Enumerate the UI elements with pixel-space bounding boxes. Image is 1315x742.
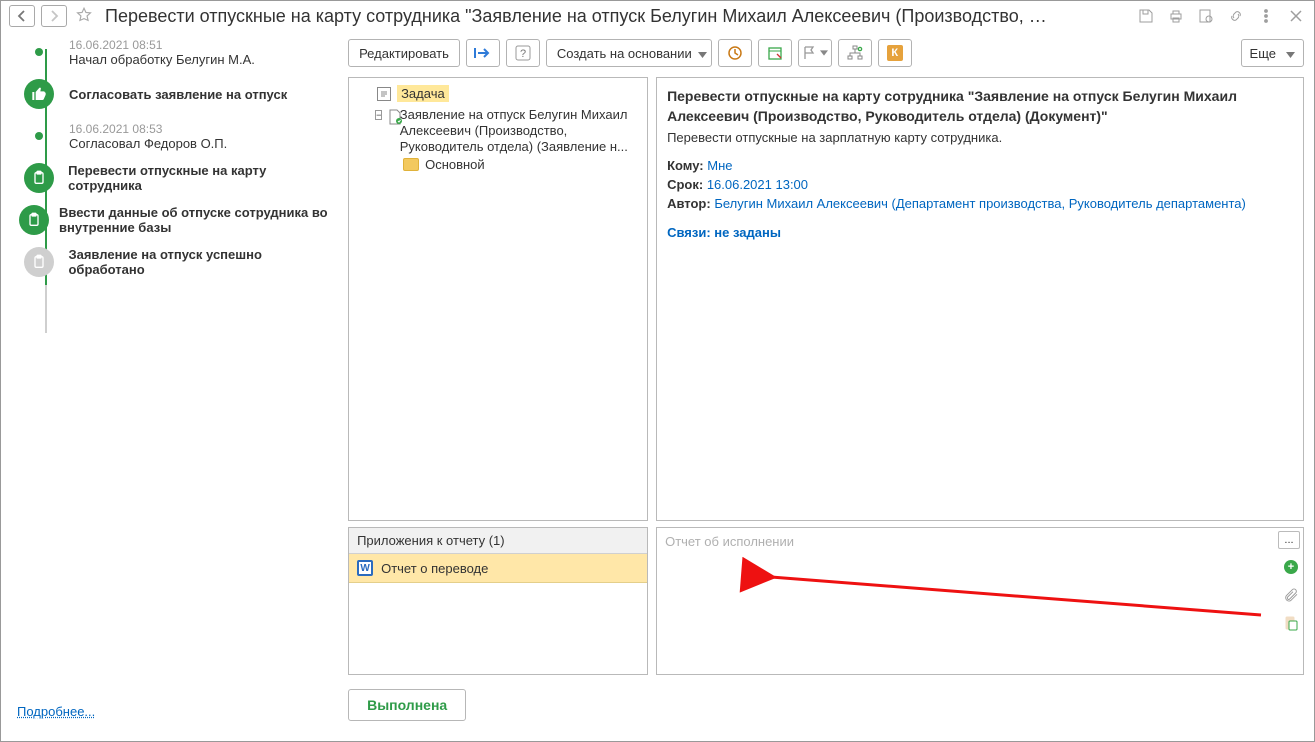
- detail-title: Перевести отпускные на карту сотрудника …: [667, 86, 1293, 127]
- paste-icon[interactable]: [1282, 614, 1300, 632]
- report-options-button[interactable]: ...: [1278, 531, 1300, 549]
- timeline-timestamp: 16.06.2021 08:51: [69, 38, 255, 52]
- edit-button[interactable]: Редактировать: [348, 39, 460, 67]
- add-attachment-icon[interactable]: +: [1282, 558, 1300, 576]
- timeline-step: Перевести отпускные на карту сотрудника: [19, 161, 338, 195]
- timeline-step-label: Ввести данные об отпуске сотрудника во в…: [59, 205, 338, 235]
- attachments-header: Приложения к отчету (1): [349, 528, 647, 554]
- folder-icon: [403, 158, 419, 171]
- to-value[interactable]: Мне: [707, 158, 732, 173]
- attachment-item[interactable]: W Отчет о переводе: [349, 554, 647, 583]
- tree-item-document[interactable]: − Заявление на отпуск Белугин Михаил Але…: [353, 107, 643, 155]
- close-icon[interactable]: [1288, 8, 1304, 24]
- word-doc-icon: W: [357, 560, 373, 576]
- clipboard-icon: [24, 247, 54, 277]
- svg-text:?: ?: [520, 48, 526, 60]
- hierarchy-button[interactable]: [838, 39, 872, 67]
- flag-button[interactable]: [798, 39, 832, 67]
- relations-link[interactable]: Связи: не заданы: [667, 225, 781, 240]
- tree-root-label: Задача: [397, 85, 449, 102]
- more-actions-icon[interactable]: [1258, 8, 1274, 24]
- paperclip-icon[interactable]: [1282, 586, 1300, 604]
- document-icon: [388, 109, 393, 125]
- timeline-step: Заявление на отпуск успешно обработано: [19, 245, 338, 279]
- nav-back-button[interactable]: [9, 5, 35, 27]
- task-icon: [377, 87, 391, 101]
- detail-pane: Перевести отпускные на карту сотрудника …: [656, 77, 1304, 521]
- preview-icon[interactable]: [1198, 8, 1214, 24]
- timeline-step-label: Начал обработку Белугин М.А.: [69, 52, 255, 67]
- attachments-pane: Приложения к отчету (1) W Отчет о перево…: [348, 527, 648, 675]
- timeline-step: Согласовать заявление на отпуск: [19, 77, 338, 111]
- k-button[interactable]: К: [878, 39, 912, 67]
- thumbs-up-icon: [24, 79, 54, 109]
- timeline-step: Ввести данные об отпуске сотрудника во в…: [19, 203, 338, 237]
- tree-item-label: Заявление на отпуск Белугин Михаил Алекс…: [400, 107, 643, 155]
- tree-pane: Задача − Заявление на отпуск Белугин Мих…: [348, 77, 648, 521]
- timeline-step: 16.06.2021 08:53Согласовал Федоров О.П.: [19, 119, 338, 153]
- forward-button[interactable]: [466, 39, 500, 67]
- more-button[interactable]: Еще: [1241, 39, 1304, 67]
- page-title: Перевести отпускные на карту сотрудника …: [101, 6, 1132, 27]
- link-icon[interactable]: [1228, 8, 1244, 24]
- timeline-step-label: Согласовал Федоров О.П.: [69, 136, 227, 151]
- timeline-step-label: Согласовать заявление на отпуск: [69, 87, 287, 102]
- tree-root[interactable]: Задача: [353, 82, 643, 105]
- report-placeholder: Отчет об исполнении: [657, 528, 1303, 555]
- expand-toggle[interactable]: −: [375, 110, 382, 120]
- help-button[interactable]: ?: [506, 39, 540, 67]
- toolbar: Редактировать ? Создать на основании: [348, 35, 1304, 71]
- create-based-label: Создать на основании: [557, 46, 692, 61]
- author-value[interactable]: Белугин Михаил Алексеевич (Департамент п…: [714, 196, 1246, 211]
- print-icon[interactable]: [1168, 8, 1184, 24]
- process-timeline: 16.06.2021 08:51Начал обработку Белугин …: [11, 35, 338, 287]
- timeline-step-label: Заявление на отпуск успешно обработано: [68, 247, 338, 277]
- deadline-value[interactable]: 16.06.2021 13:00: [707, 177, 808, 192]
- report-pane[interactable]: Отчет об исполнении ... +: [656, 527, 1304, 675]
- clipboard-icon: [24, 163, 54, 193]
- timeline-step: 16.06.2021 08:51Начал обработку Белугин …: [19, 35, 338, 69]
- to-label: Кому:: [667, 158, 704, 173]
- attachment-label: Отчет о переводе: [381, 561, 488, 576]
- save-icon[interactable]: [1138, 8, 1154, 24]
- timeline-timestamp: 16.06.2021 08:53: [69, 122, 227, 136]
- more-link[interactable]: Подробнее...: [11, 698, 338, 721]
- detail-description: Перевести отпускные на зарплатную карту …: [667, 129, 1293, 148]
- nav-forward-button[interactable]: [41, 5, 67, 27]
- favorite-star-icon[interactable]: [73, 6, 95, 27]
- clock-button[interactable]: [718, 39, 752, 67]
- deadline-label: Срок:: [667, 177, 703, 192]
- author-label: Автор:: [667, 196, 711, 211]
- tree-subfolder[interactable]: Основной: [353, 157, 643, 172]
- tree-subfolder-label: Основной: [425, 157, 485, 172]
- clipboard-icon: [19, 205, 49, 235]
- calendar-button[interactable]: [758, 39, 792, 67]
- timeline-step-label: Перевести отпускные на карту сотрудника: [68, 163, 338, 193]
- done-button[interactable]: Выполнена: [348, 689, 466, 721]
- create-based-on-button[interactable]: Создать на основании: [546, 39, 712, 67]
